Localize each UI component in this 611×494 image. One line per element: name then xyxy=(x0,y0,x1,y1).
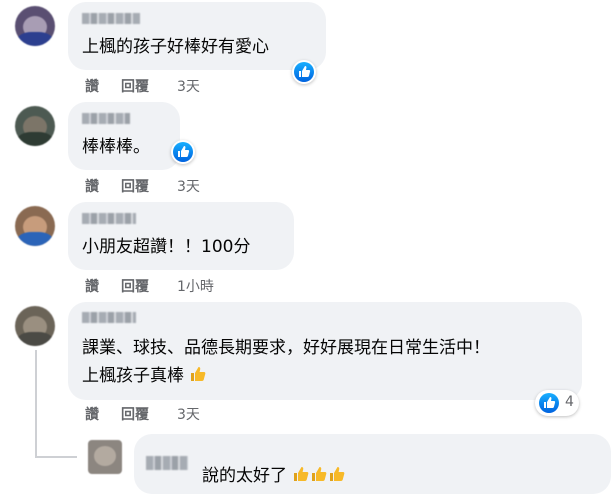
comment-bubble: 上楓的孩子好棒好有愛心 xyxy=(68,2,326,70)
comment-text-line-1: 課業、球技、品德長期要求，好好展現在日常生活中！ xyxy=(82,338,490,358)
thread-line xyxy=(35,350,37,458)
like-link[interactable]: 讚 xyxy=(85,276,99,296)
reply-bubble: 說的太好了 xyxy=(134,434,611,494)
thumbs-up-emoji-icon xyxy=(310,465,328,491)
comment-bubble: 小朋友超讚！！100分 xyxy=(68,202,294,270)
commenter-name[interactable] xyxy=(82,13,140,24)
like-thumb-icon xyxy=(544,397,556,408)
timestamp[interactable]: 3天 xyxy=(177,404,200,424)
reply-link[interactable]: 回覆 xyxy=(121,276,149,296)
commenter-name[interactable] xyxy=(82,312,136,323)
like-thumb-icon xyxy=(299,66,311,77)
comment-item: 課業、球技、品德長期要求，好好展現在日常生活中！ 上楓孩子真棒 4 讚 回覆 3… xyxy=(0,302,611,494)
avatar[interactable] xyxy=(15,306,55,346)
reaction-count: 4 xyxy=(565,394,574,410)
reply-link[interactable]: 回覆 xyxy=(121,76,149,96)
reply-text: 說的太好了 xyxy=(202,464,346,491)
reply-link[interactable]: 回覆 xyxy=(121,404,149,424)
comment-section: 上楓的孩子好棒好有愛心 讚 回覆 3天 棒棒棒。 讚 回覆 3天 小朋友超讚！！… xyxy=(0,0,611,494)
like-link[interactable]: 讚 xyxy=(85,404,99,424)
reaction-badge[interactable] xyxy=(292,60,316,84)
comment-text: 棒棒棒。 xyxy=(82,137,150,157)
comment-item: 棒棒棒。 讚 回覆 3天 xyxy=(0,100,611,200)
timestamp[interactable]: 3天 xyxy=(177,76,200,96)
reply-item: 說的太好了 xyxy=(78,430,611,494)
comment-text-line-2-text: 上楓孩子真棒 xyxy=(82,366,184,386)
reply-avatar[interactable] xyxy=(88,440,122,474)
thumbs-up-emoji-icon xyxy=(189,365,207,391)
like-thumb-icon xyxy=(178,146,190,157)
avatar[interactable] xyxy=(15,106,55,146)
like-link[interactable]: 讚 xyxy=(85,76,99,96)
timestamp[interactable]: 3天 xyxy=(177,176,200,196)
comment-bubble: 課業、球技、品德長期要求，好好展現在日常生活中！ 上楓孩子真棒 xyxy=(68,302,582,400)
like-link[interactable]: 讚 xyxy=(85,176,99,196)
comment-text: 小朋友超讚！！100分 xyxy=(82,237,251,257)
avatar[interactable] xyxy=(15,6,55,46)
reaction-count-badge[interactable]: 4 xyxy=(535,390,579,416)
thumbs-up-emoji-icon xyxy=(328,465,346,491)
thumbs-up-emoji-icon xyxy=(292,465,310,491)
reply-link[interactable]: 回覆 xyxy=(121,176,149,196)
comment-text: 上楓的孩子好棒好有愛心 xyxy=(82,37,269,57)
commenter-name[interactable] xyxy=(82,213,136,224)
comment-bubble: 棒棒棒。 xyxy=(68,102,180,170)
commenter-name[interactable] xyxy=(82,113,130,124)
comment-text-line-2: 上楓孩子真棒 xyxy=(82,364,207,391)
reaction-badge[interactable] xyxy=(171,140,195,164)
avatar[interactable] xyxy=(15,206,55,246)
comment-item: 上楓的孩子好棒好有愛心 讚 回覆 3天 xyxy=(0,0,611,100)
thread-line-branch xyxy=(35,456,77,458)
reply-text-content: 說的太好了 xyxy=(202,466,287,486)
replier-name[interactable] xyxy=(146,456,188,470)
comment-item: 小朋友超讚！！100分 讚 回覆 1小時 xyxy=(0,200,611,302)
timestamp[interactable]: 1小時 xyxy=(177,276,214,296)
